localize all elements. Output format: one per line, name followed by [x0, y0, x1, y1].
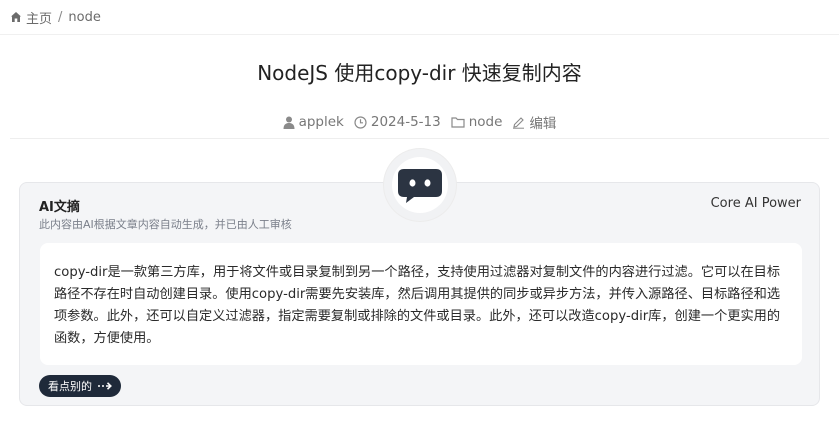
ai-bot-avatar: [384, 149, 456, 221]
ai-power-label: Core AI Power: [710, 196, 801, 211]
user-icon: [283, 116, 295, 129]
author-meta: applek: [283, 114, 344, 130]
edit-meta: 编辑: [512, 112, 556, 132]
see-other-label: 看点别的: [48, 380, 92, 393]
breadcrumb: 主页 / node: [10, 8, 101, 27]
post-date: 2024-5-13: [370, 114, 441, 130]
robot-icon: [398, 169, 442, 203]
breadcrumb-home-link[interactable]: 主页: [26, 8, 52, 27]
breadcrumb-separator: /: [58, 9, 63, 25]
author-link[interactable]: applek: [299, 114, 344, 130]
ai-summary-content: copy-dir是一款第三方库，用于将文件或目录复制到另一个路径，支持使用过滤器…: [40, 243, 802, 365]
clock-icon: [354, 115, 367, 129]
edit-link[interactable]: 编辑: [529, 112, 556, 132]
arrow-right-icon: [97, 381, 113, 391]
post-meta: applek 2024-5-13 node 编辑: [0, 112, 839, 132]
header-divider: [0, 34, 839, 35]
category-meta: node: [451, 114, 503, 130]
breadcrumb-current-link[interactable]: node: [68, 10, 100, 25]
pencil-icon: [513, 116, 525, 129]
folder-icon: [451, 117, 465, 128]
category-link[interactable]: node: [469, 114, 503, 130]
date-meta: 2024-5-13: [354, 114, 441, 130]
page-title: NodeJS 使用copy-dir 快速复制内容: [257, 61, 582, 85]
meta-divider: [10, 138, 829, 139]
ai-summary-title: AI文摘: [39, 200, 80, 215]
ai-summary-subtitle: 此内容由AI根据文章内容自动生成，并已由人工审核: [39, 218, 292, 231]
home-icon[interactable]: [10, 11, 22, 23]
see-other-button[interactable]: 看点别的: [39, 375, 121, 397]
